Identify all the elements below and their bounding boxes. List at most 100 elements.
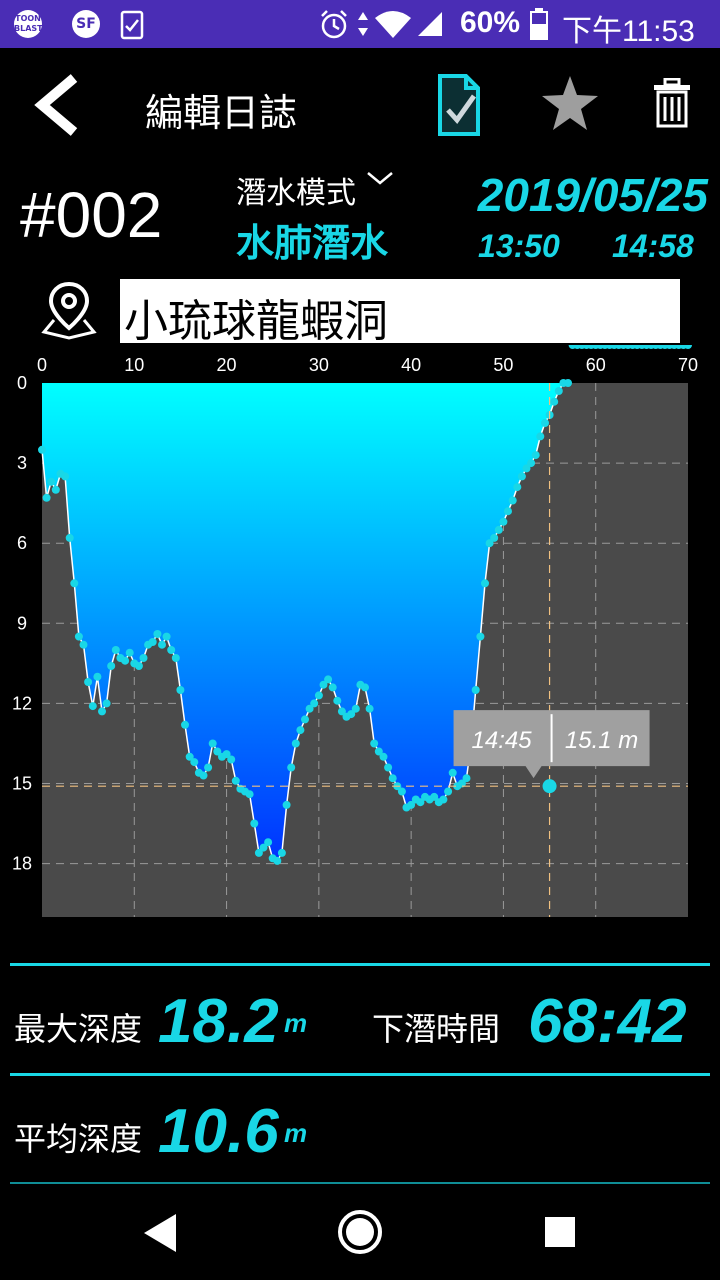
max-depth-label: 最大深度 [14, 1010, 143, 1048]
x-tick-label: 10 [124, 355, 144, 375]
depth-point [439, 795, 448, 804]
depth-point [264, 838, 273, 847]
trash-icon[interactable] [652, 78, 692, 128]
dive-number: #002 [20, 179, 163, 251]
depth-point [88, 702, 97, 711]
depth-point [181, 720, 189, 729]
depth-point [102, 699, 111, 708]
dive-mode-value[interactable]: 水肺潛水 [236, 212, 388, 267]
depth-point [47, 477, 56, 486]
depth-point [282, 800, 291, 809]
avg-depth-unit: m [284, 1118, 308, 1148]
depth-point [328, 683, 337, 692]
avg-depth-label: 平均深度 [14, 1120, 143, 1158]
location-field[interactable]: 小琉球龍蝦洞 [120, 279, 680, 347]
depth-point [121, 656, 130, 665]
depth-point [111, 646, 120, 654]
depth-point [481, 579, 489, 588]
depth-point [365, 704, 374, 713]
depth-point [513, 483, 522, 492]
x-tick-label: 0 [37, 355, 47, 375]
clipboard-check-icon [120, 10, 144, 40]
depth-point [139, 654, 148, 662]
page-title: 編輯日誌 [145, 91, 298, 135]
depth-point [310, 699, 319, 708]
depth-point [541, 419, 549, 427]
sf-app-icon: SF [72, 10, 100, 38]
data-transfer-icon [358, 12, 368, 36]
depth-point [554, 387, 563, 395]
dive-start-time[interactable]: 13:50 [478, 228, 560, 265]
depth-point [204, 763, 213, 772]
depth-point [527, 459, 536, 468]
dive-date[interactable]: 2019/05/25 [478, 168, 708, 222]
chevron-left-icon[interactable] [30, 72, 84, 138]
depth-point [499, 517, 508, 526]
location-input[interactable]: 小琉球龍蝦洞 [124, 285, 388, 349]
depth-point [277, 848, 286, 857]
recents-square-icon[interactable] [544, 1216, 576, 1248]
depth-point [476, 632, 485, 641]
home-circle-icon[interactable] [336, 1208, 384, 1256]
chevron-down-icon [366, 172, 393, 185]
depth-point [167, 646, 176, 654]
y-tick-label: 0 [17, 373, 27, 393]
dive-time-label: 下潛時間 [372, 1010, 501, 1048]
depth-point [444, 787, 453, 796]
depth-point [74, 632, 83, 641]
depth-point [351, 704, 360, 713]
depth-point [70, 579, 79, 588]
toon-blast-app-icon: TOON BLAST [14, 10, 43, 38]
depth-point [531, 451, 540, 460]
dive-end-time[interactable]: 14:58 [612, 228, 694, 265]
depth-point [176, 686, 185, 694]
star-icon[interactable] [540, 74, 600, 132]
depth-point [65, 533, 74, 542]
depth-point [208, 739, 217, 748]
max-depth-value: 18.2 [158, 987, 279, 1056]
status-time: 下午11:53 [562, 15, 695, 48]
max-depth-unit: m [284, 1008, 308, 1038]
divider-middle [10, 1073, 710, 1076]
depth-point [324, 675, 333, 684]
dive-mode-dropdown[interactable]: 潛水模式 [236, 168, 394, 212]
x-tick-label: 40 [401, 355, 421, 375]
y-tick-label: 9 [17, 613, 27, 633]
avg-depth-value: 10.6 [158, 1097, 279, 1166]
depth-point [504, 507, 512, 516]
depth-point [379, 752, 388, 761]
document-check-icon[interactable] [430, 72, 486, 138]
depth-point [84, 678, 93, 686]
depth-point [517, 472, 526, 481]
y-tick-label: 12 [12, 693, 32, 713]
depth-point [490, 533, 499, 542]
back-triangle-icon[interactable] [140, 1212, 180, 1254]
depth-point [384, 763, 393, 772]
depth-point [162, 632, 171, 641]
depth-point [245, 790, 254, 799]
depth-point [296, 726, 305, 735]
depth-point [148, 638, 157, 646]
signal-icon [418, 12, 442, 36]
depth-point [158, 640, 166, 649]
alarm-icon [321, 10, 347, 39]
depth-profile-chart[interactable]: 0 10 20 30 40 50 60 70 0 3 6 9 12 15 18 14:45 15.1 m [0, 345, 720, 935]
depth-point [370, 739, 379, 748]
depth-point [125, 648, 134, 657]
dive-mode-label: 潛水模式 [236, 176, 356, 211]
x-tick-label: 60 [586, 355, 606, 375]
depth-point [388, 774, 397, 783]
depth-point [227, 755, 236, 764]
depth-point [98, 707, 106, 716]
y-tick-label: 3 [17, 453, 27, 473]
x-tick-label: 50 [493, 355, 513, 375]
cursor-point [542, 779, 557, 794]
depth-point [564, 379, 572, 387]
navigation-bar [0, 1184, 720, 1280]
depth-point [314, 691, 323, 700]
depth-point [291, 739, 300, 748]
depth-point [190, 758, 199, 767]
depth-point [273, 856, 282, 865]
depth-point [397, 787, 406, 796]
depth-point [107, 662, 116, 670]
